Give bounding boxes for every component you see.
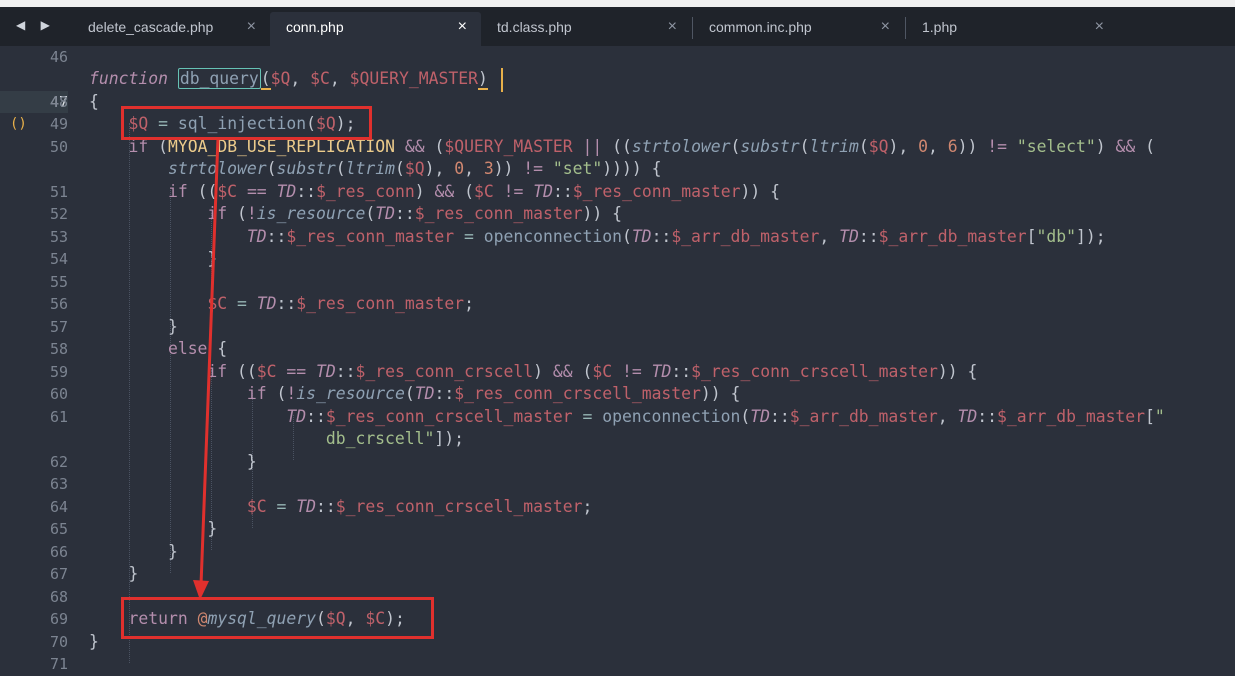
annotation-arrow-icon — [193, 137, 220, 600]
